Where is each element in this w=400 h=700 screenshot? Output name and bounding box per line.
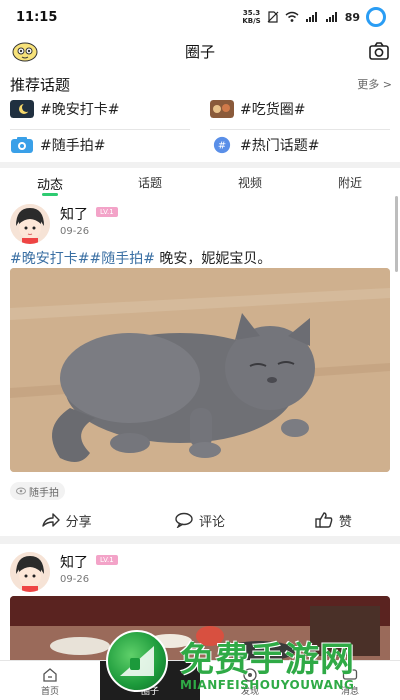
topic-label: #晚安打卡# <box>40 102 120 118</box>
post-text: #晚安打卡##随手拍# 晚安，妮妮宝贝。 <box>10 248 271 268</box>
network-speed: 35.3 KB/S <box>242 9 261 25</box>
bottom-nav: 首页 圈子 发现 消息 <box>0 660 400 700</box>
topic-item-foodie[interactable]: #吃货圈# <box>210 96 305 122</box>
nav-messages[interactable]: 消息 <box>300 661 400 700</box>
share-button[interactable]: 分享 <box>0 508 133 532</box>
no-sim-icon <box>267 11 279 23</box>
home-icon <box>43 668 57 682</box>
like-button[interactable]: 赞 <box>267 508 400 532</box>
tab-topics[interactable]: 话题 <box>100 168 200 196</box>
like-label: 赞 <box>338 514 352 530</box>
status-bar: 11:15 35.3 KB/S 89 <box>0 0 400 34</box>
nav-home[interactable]: 首页 <box>0 661 100 700</box>
tab-nearby[interactable]: 附近 <box>300 168 400 196</box>
topic-chip-label: 随手拍 <box>29 487 59 499</box>
level-badge: LV.1 <box>96 207 118 217</box>
status-time: 11:15 <box>16 9 58 25</box>
signal-icon-1 <box>305 12 317 22</box>
wifi-icon <box>285 11 299 22</box>
topic-label: #吃货圈# <box>240 102 306 118</box>
tab-video[interactable]: 视频 <box>200 168 300 196</box>
share-icon <box>41 513 60 527</box>
topic-item-trending[interactable]: # #热门话题# <box>210 132 319 158</box>
camera-icon[interactable] <box>368 40 390 62</box>
tab-feed[interactable]: 动态 <box>0 168 100 196</box>
restaurant-image <box>10 596 390 660</box>
post-date: 09-26 <box>60 574 90 585</box>
post-tag[interactable]: #晚安打卡# <box>10 251 89 267</box>
topic-label: #热门话题# <box>240 138 320 154</box>
share-label: 分享 <box>65 514 92 530</box>
topic-chip[interactable]: 随手拍 <box>10 482 65 500</box>
post-date: 09-26 <box>60 226 90 237</box>
post-image[interactable] <box>10 596 390 660</box>
camera-badge-icon <box>11 137 33 153</box>
topic-item-snapshot[interactable]: #随手拍# <box>10 132 105 158</box>
divider <box>210 129 390 130</box>
nav-discover[interactable]: 发现 <box>200 661 300 700</box>
comment-icon <box>175 512 193 528</box>
scrollbar[interactable] <box>395 196 398 272</box>
post-card[interactable]: 知了 LV.1 09-26 <box>0 544 400 660</box>
header-bar: 圈子 <box>0 34 400 68</box>
nav-label: 发现 <box>240 687 259 697</box>
comment-button[interactable]: 评论 <box>133 508 266 532</box>
nav-label: 首页 <box>40 687 59 697</box>
food-thumbnail-icon <box>210 100 234 118</box>
recommended-topics: 推荐话题 更多 > #晚安打卡# #吃货圈# #随手拍# # #热门话题# <box>0 68 400 162</box>
feed-tabs: 动态 话题 视频 附近 <box>0 168 400 196</box>
divider <box>10 129 190 130</box>
battery-level: 89 <box>344 10 360 24</box>
hashtag-badge-icon: # <box>213 136 231 154</box>
topics-more-link[interactable]: 更多 > <box>357 76 392 92</box>
gray-cat-image <box>10 268 390 472</box>
topics-heading: 推荐话题 <box>10 76 71 94</box>
feed-list[interactable]: 知了 LV.1 09-26 #晚安打卡##随手拍# 晚安，妮妮宝贝。 随手拍 分… <box>0 196 400 660</box>
status-icons: 35.3 KB/S 89 <box>242 7 386 27</box>
thumbs-up-icon <box>315 512 333 528</box>
topic-item-goodnight[interactable]: #晚安打卡# <box>10 96 119 122</box>
eye-icon <box>16 487 26 495</box>
signal-icon-2 <box>325 12 337 22</box>
post-username[interactable]: 知了 <box>60 204 88 224</box>
page-title: 圈子 <box>184 42 215 61</box>
comment-label: 评论 <box>198 514 225 530</box>
post-actions: 分享 评论 赞 <box>0 508 400 532</box>
circle-icon <box>143 668 157 682</box>
post-body: 晚安，妮妮宝贝。 <box>154 251 272 267</box>
discover-icon <box>243 668 257 682</box>
post-tag[interactable]: #随手拍# <box>89 251 154 267</box>
post-card[interactable]: 知了 LV.1 09-26 #晚安打卡##随手拍# 晚安，妮妮宝贝。 随手拍 分… <box>0 196 400 536</box>
post-image[interactable] <box>10 268 390 472</box>
moon-thumbnail-icon <box>10 100 34 118</box>
nav-label: 消息 <box>340 687 359 697</box>
nav-label: 圈子 <box>140 687 159 697</box>
avatar[interactable] <box>10 204 50 244</box>
post-username[interactable]: 知了 <box>60 552 88 572</box>
svg-text:#: # <box>218 141 226 152</box>
topic-label: #随手拍# <box>40 138 106 154</box>
battery-ring-icon <box>366 7 386 27</box>
level-badge: LV.1 <box>96 555 118 565</box>
message-icon <box>342 669 358 680</box>
nav-circle[interactable]: 圈子 <box>100 661 200 700</box>
user-avatar-icon[interactable] <box>12 38 38 64</box>
avatar[interactable] <box>10 552 50 592</box>
